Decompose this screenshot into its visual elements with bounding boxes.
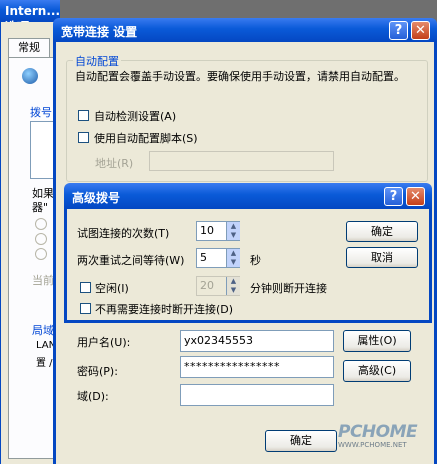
radio-2[interactable] (35, 233, 47, 245)
auto-config-description: 自动配置会覆盖手动设置。要确保使用手动设置，请禁用自动配置。 (75, 70, 405, 83)
internet-options-window: Intern... 选项 常规 拨号 如果 器" 当前 局域 LAN 置 / (0, 0, 61, 464)
lan-text-2: 置 / (36, 358, 53, 369)
radio-1[interactable] (35, 218, 47, 230)
pchome-watermark: PCHOME WWW.PCHOME.NET (338, 422, 434, 462)
properties-button[interactable]: 属性(O) (343, 330, 411, 352)
username-label: 用户名(U): (77, 336, 131, 349)
advanced-cancel-button[interactable]: 取消 (346, 247, 418, 268)
advanced-dialup-dialog: 高级拨号 ? ✕ 试图连接的次数(T) 10 ▲ ▼ 两次重试之间等待(W) 5 … (64, 183, 432, 323)
broadband-ok-button[interactable]: 确定 (265, 430, 337, 452)
domain-label: 域(D): (77, 390, 109, 403)
advanced-close-button[interactable]: ✕ (406, 187, 425, 206)
idle-checkbox[interactable] (80, 282, 91, 293)
auto-script-checkbox[interactable] (78, 132, 89, 143)
advanced-dialup-title: 高级拨号 (72, 191, 121, 205)
advanced-help-button[interactable]: ? (384, 187, 403, 206)
close-button[interactable]: ✕ (411, 21, 430, 40)
current-default-label: 当前 (32, 274, 54, 287)
broadband-title: 宽带连接 设置 (61, 25, 138, 39)
password-input[interactable]: **************** (180, 356, 334, 378)
domain-input[interactable] (180, 384, 334, 406)
advanced-ok-button[interactable]: 确定 (346, 221, 418, 242)
tab-general[interactable]: 常规 (8, 38, 50, 57)
address-label: 地址(R) (95, 157, 134, 170)
idle-label[interactable]: 空闲(I) (95, 280, 129, 296)
dialup-section-label: 拨号 (30, 106, 52, 119)
auto-config-group-label: 自动配置 (73, 53, 121, 69)
spin-up-icon[interactable]: ▲ (227, 249, 240, 258)
address-input[interactable] (149, 151, 334, 171)
retry-wait-label: 两次重试之间等待(W) (77, 254, 185, 267)
broadband-titlebar[interactable]: 宽带连接 设置 ? ✕ (53, 18, 437, 42)
auto-detect-label[interactable]: 自动检测设置(A) (94, 108, 176, 124)
spin-down-icon[interactable]: ▼ (227, 258, 240, 267)
network-globe-icon (22, 68, 38, 84)
disconnect-label[interactable]: 不再需要连接时断开连接(D) (95, 301, 233, 317)
advanced-button[interactable]: 高级(C) (343, 360, 411, 382)
spin-down-icon[interactable]: ▼ (227, 286, 240, 295)
radio-3[interactable] (35, 248, 47, 260)
spin-up-icon[interactable]: ▲ (227, 222, 240, 231)
idle-suffix-label: 分钟则断开连接 (250, 282, 327, 295)
idle-minutes-spinner[interactable]: ▲ ▼ (226, 277, 240, 295)
password-label: 密码(P): (77, 365, 118, 378)
dialup-note-2: 器" (32, 201, 49, 214)
spin-down-icon[interactable]: ▼ (227, 231, 240, 240)
retry-wait-unit: 秒 (250, 254, 261, 267)
auto-script-label[interactable]: 使用自动配置脚本(S) (94, 130, 198, 146)
retry-count-label: 试图连接的次数(T) (77, 227, 170, 240)
advanced-dialup-titlebar[interactable]: 高级拨号 ? ✕ (64, 183, 432, 209)
pchome-logo: PCHOME (338, 422, 418, 442)
internet-options-titlebar[interactable]: Intern... 选项 (0, 0, 60, 34)
disconnect-checkbox[interactable] (80, 303, 91, 314)
help-button[interactable]: ? (389, 21, 408, 40)
retry-wait-spinner[interactable]: ▲ ▼ (226, 249, 240, 267)
spin-up-icon[interactable]: ▲ (227, 277, 240, 286)
pchome-url: WWW.PCHOME.NET (338, 441, 407, 449)
username-input[interactable]: yx02345553 (180, 330, 334, 352)
auto-detect-checkbox[interactable] (78, 110, 89, 121)
lan-section-label: 局域 (32, 324, 54, 337)
retry-count-spinner[interactable]: ▲ ▼ (226, 222, 240, 240)
